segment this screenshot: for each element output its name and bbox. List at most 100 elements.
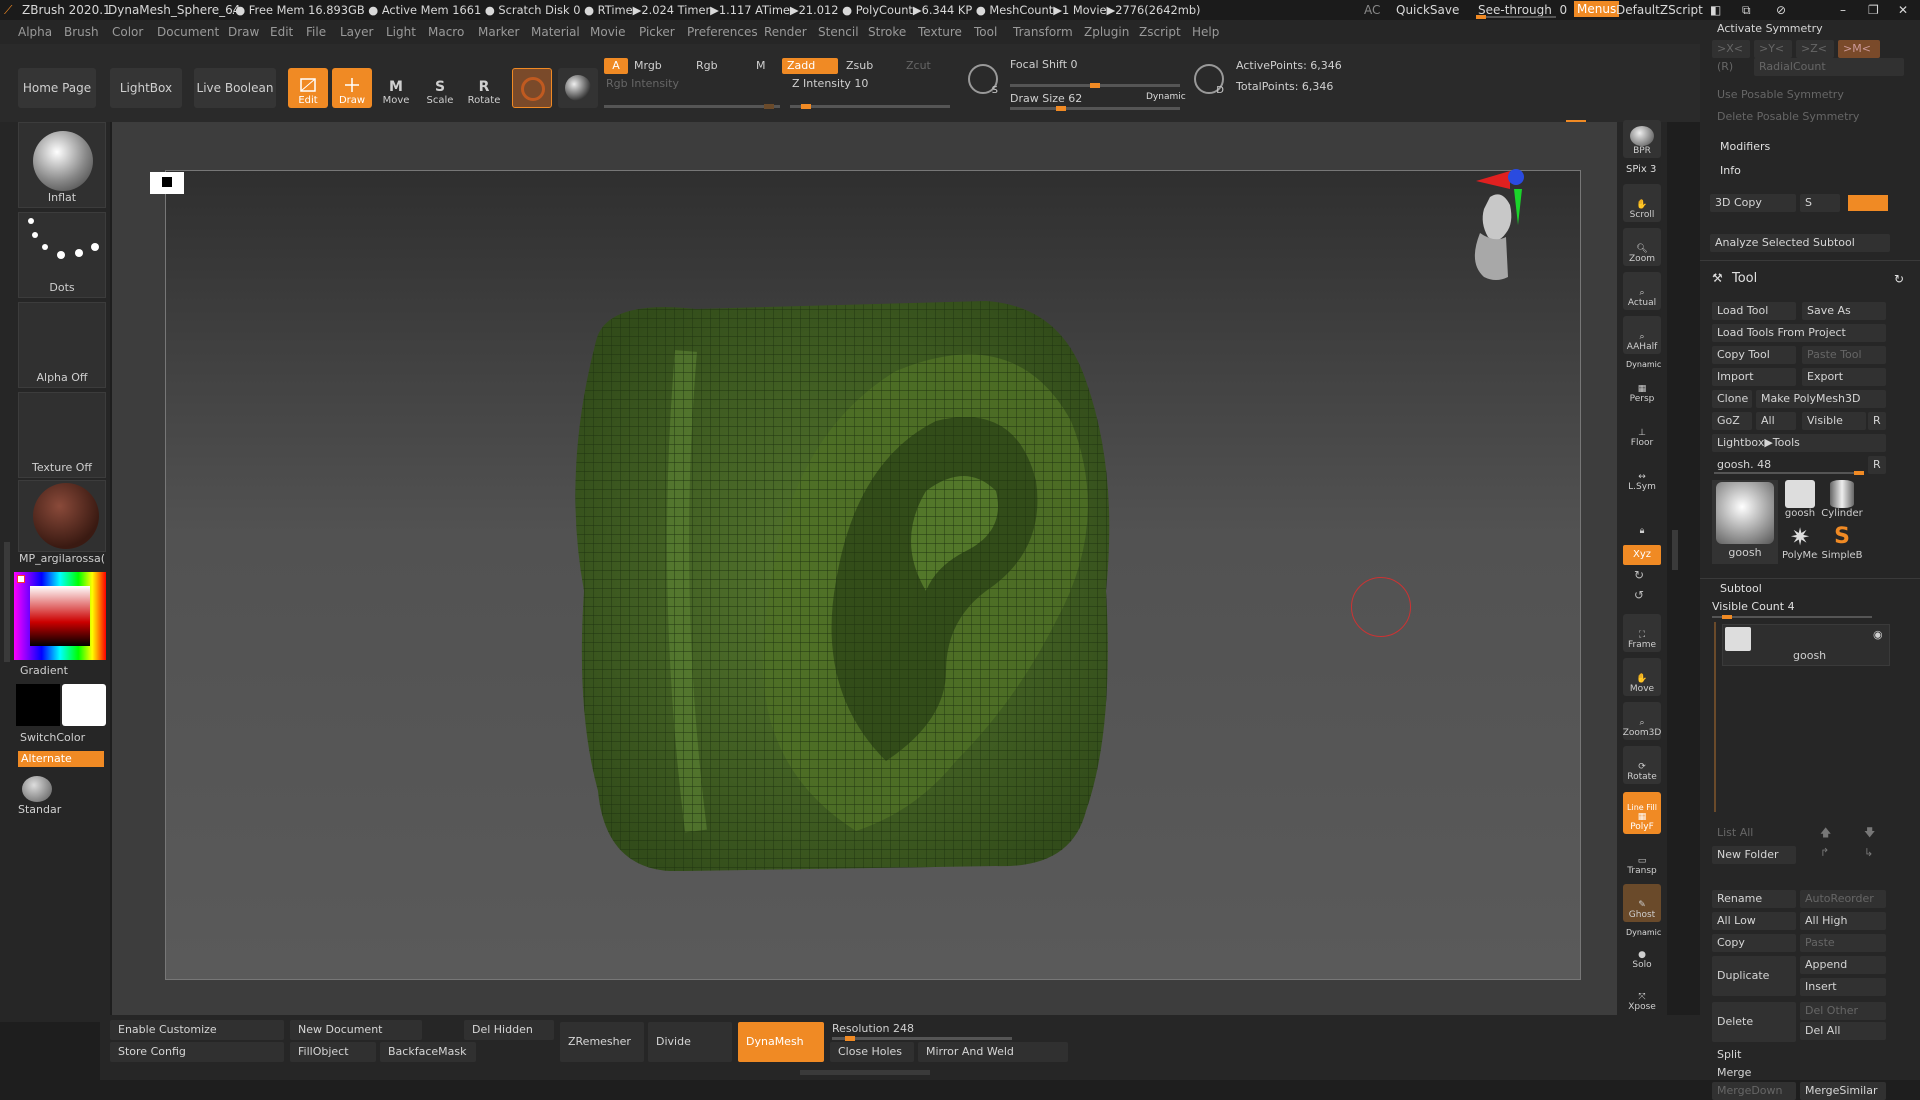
- quicksave-button[interactable]: QuickSave: [1396, 3, 1459, 17]
- window-icon[interactable]: ⧉: [1742, 3, 1751, 18]
- s-button[interactable]: S: [1800, 194, 1840, 212]
- menu-brush[interactable]: Brush: [64, 25, 99, 39]
- rotate-y-icon[interactable]: ↻: [1634, 568, 1644, 582]
- copy-tool-button[interactable]: Copy Tool: [1712, 346, 1796, 364]
- tool-thumb-goosh[interactable]: goosh: [1782, 480, 1818, 522]
- ac-button[interactable]: AC: [1364, 3, 1380, 17]
- tool-palette-title[interactable]: Tool: [1732, 271, 1757, 286]
- goz-button[interactable]: GoZ: [1712, 412, 1752, 430]
- m-toggle[interactable]: M: [756, 59, 766, 72]
- color-picker[interactable]: [14, 572, 106, 660]
- left-tray-handle[interactable]: [4, 542, 10, 662]
- move-down-icon[interactable]: 🡇: [1864, 824, 1875, 843]
- clone-button[interactable]: Clone: [1712, 390, 1752, 408]
- color-sphere-button[interactable]: [558, 68, 598, 108]
- minimize-icon[interactable]: –: [1840, 3, 1846, 17]
- goz-all-button[interactable]: All: [1756, 412, 1796, 430]
- merge-similar-button[interactable]: MergeSimilar: [1800, 1082, 1886, 1100]
- del-hidden-button[interactable]: Del Hidden: [464, 1020, 554, 1040]
- persp-button[interactable]: ▦ Persp: [1623, 368, 1661, 406]
- transp-button[interactable]: ▭ Transp: [1623, 840, 1661, 878]
- draw-button[interactable]: Draw: [332, 68, 372, 108]
- menu-zplugin[interactable]: Zplugin: [1084, 25, 1129, 39]
- menu-zscript[interactable]: Zscript: [1139, 25, 1181, 39]
- draw-size-slider[interactable]: [1010, 106, 1180, 111]
- right-tray-handle[interactable]: [1672, 530, 1678, 570]
- menu-marker[interactable]: Marker: [478, 25, 519, 39]
- scroll-button[interactable]: ✋ Scroll: [1623, 184, 1661, 222]
- merge-down-button[interactable]: MergeDown: [1712, 1082, 1796, 1100]
- lightbox-button[interactable]: LightBox: [110, 68, 182, 108]
- menu-material[interactable]: Material: [531, 25, 580, 39]
- autoreorder-button[interactable]: AutoReorder: [1800, 890, 1886, 908]
- copy3d-toggle[interactable]: [1848, 195, 1888, 211]
- refresh-icon[interactable]: ↻: [1894, 272, 1904, 286]
- rotate-button[interactable]: R Rotate: [464, 68, 504, 108]
- lightbox-tools-button[interactable]: Lightbox▶Tools: [1712, 434, 1886, 452]
- dynamesh-button[interactable]: DynaMesh: [738, 1022, 824, 1062]
- bpr-button[interactable]: BPR: [1623, 120, 1661, 158]
- delete-button[interactable]: Delete: [1712, 1002, 1796, 1042]
- lock-button[interactable]: 🔒︎: [1623, 500, 1661, 538]
- merge-header[interactable]: Merge: [1712, 1064, 1886, 1082]
- activate-symmetry-button[interactable]: Activate Symmetry: [1712, 20, 1902, 38]
- resolution-slider[interactable]: [832, 1036, 1012, 1041]
- floor-button[interactable]: ⊥ Floor: [1623, 412, 1661, 450]
- make-polymesh3d-button[interactable]: Make PolyMesh3D: [1756, 390, 1886, 408]
- menu-file[interactable]: File: [306, 25, 326, 39]
- lsym-button[interactable]: ↔ L.Sym: [1623, 456, 1661, 494]
- menu-stencil[interactable]: Stencil: [818, 25, 859, 39]
- menu-picker[interactable]: Picker: [639, 25, 675, 39]
- store-config-button[interactable]: Store Config: [110, 1042, 284, 1062]
- new-document-button[interactable]: New Document: [290, 1020, 422, 1040]
- menu-render[interactable]: Render: [764, 25, 807, 39]
- all-low-button[interactable]: All Low: [1712, 912, 1796, 930]
- tool-thumb-polymesh[interactable]: ✷ PolyMes: [1782, 524, 1818, 566]
- material-thumbnail[interactable]: [18, 480, 106, 552]
- folder-in-icon[interactable]: ↱: [1820, 846, 1829, 859]
- radial-r-toggle[interactable]: (R): [1712, 58, 1748, 76]
- orientation-head-icon[interactable]: [1466, 167, 1546, 297]
- material-sphere-button[interactable]: [512, 68, 552, 108]
- info-header[interactable]: Info: [1720, 164, 1741, 177]
- tool-thumb-goosh-large[interactable]: goosh: [1712, 480, 1778, 564]
- all-high-button[interactable]: All High: [1800, 912, 1886, 930]
- menus-button[interactable]: Menus: [1574, 1, 1620, 17]
- edit-button[interactable]: Edit: [288, 68, 328, 108]
- ear-sculpt-mesh[interactable]: [566, 291, 1126, 871]
- zadd-toggle[interactable]: Zadd: [782, 58, 838, 74]
- menu-draw[interactable]: Draw: [228, 25, 259, 39]
- live-boolean-button[interactable]: Live Boolean: [194, 68, 276, 108]
- export-button[interactable]: Export: [1802, 368, 1886, 386]
- eye-icon[interactable]: ◉: [1873, 628, 1883, 641]
- actual-button[interactable]: ⌕ Actual: [1623, 272, 1661, 310]
- gradient-label[interactable]: Gradient: [20, 664, 68, 677]
- enable-customize-button[interactable]: Enable Customize: [110, 1020, 284, 1040]
- zremesher-button[interactable]: ZRemesher: [560, 1022, 644, 1062]
- radialcount-slider[interactable]: RadialCount: [1754, 58, 1904, 76]
- scale-button[interactable]: S Scale: [420, 68, 460, 108]
- list-all-button[interactable]: List All: [1712, 824, 1796, 842]
- del-all-button[interactable]: Del All: [1800, 1022, 1886, 1040]
- frame-button[interactable]: ⛶ Frame: [1623, 614, 1661, 652]
- rotate-view-button[interactable]: ⟳ Rotate: [1623, 746, 1661, 784]
- subtool-item-goosh[interactable]: goosh ◉: [1722, 624, 1890, 666]
- layout-icon[interactable]: ◧: [1710, 3, 1721, 17]
- menu-movie[interactable]: Movie: [590, 25, 626, 39]
- seethrough-slider[interactable]: See-through 0: [1478, 3, 1567, 17]
- menu-edit[interactable]: Edit: [270, 25, 293, 39]
- ghost-button[interactable]: ✎ Ghost: [1623, 884, 1661, 922]
- close-icon[interactable]: ✕: [1898, 3, 1908, 17]
- standard-brush-icon[interactable]: [22, 776, 52, 802]
- help-icon[interactable]: ⊘: [1776, 3, 1786, 17]
- menu-stroke[interactable]: Stroke: [868, 25, 906, 39]
- zcut-toggle[interactable]: Zcut: [906, 59, 931, 72]
- load-tools-from-project-button[interactable]: Load Tools From Project: [1712, 324, 1886, 342]
- modifiers-header[interactable]: Modifiers: [1720, 140, 1770, 153]
- duplicate-button[interactable]: Duplicate: [1712, 956, 1796, 996]
- fillobject-button[interactable]: FillObject: [290, 1042, 376, 1062]
- restore-icon[interactable]: ❐: [1868, 3, 1879, 17]
- s-dial-icon[interactable]: S: [968, 64, 998, 96]
- menu-texture[interactable]: Texture: [918, 25, 962, 39]
- sym-y-toggle[interactable]: >Y<: [1754, 40, 1792, 58]
